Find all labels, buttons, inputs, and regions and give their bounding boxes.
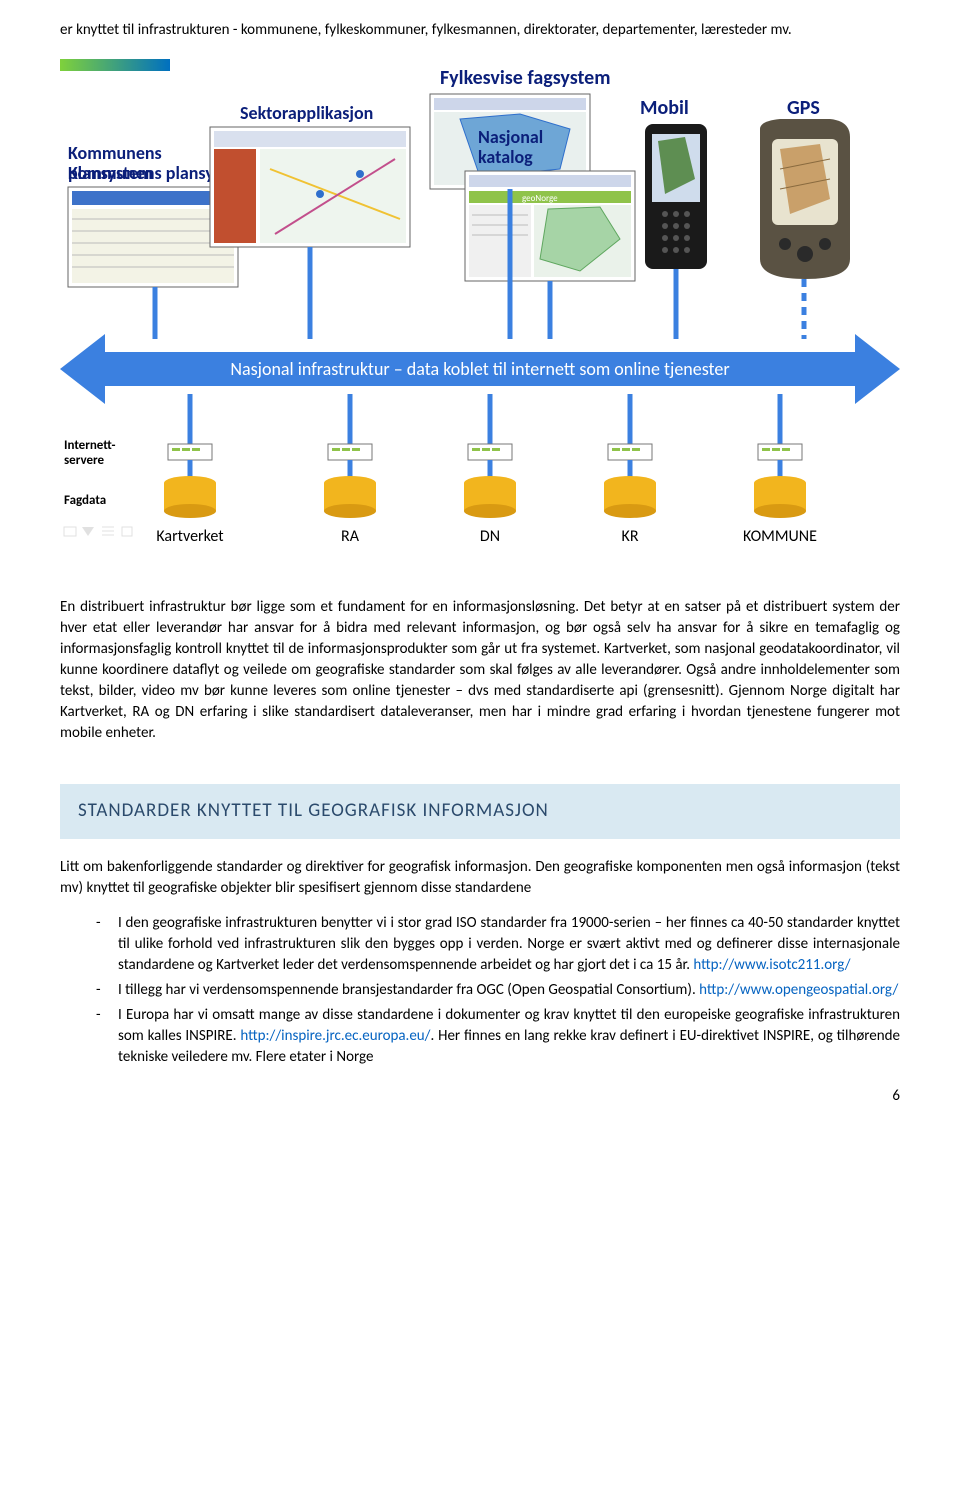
label-mobil: Mobil xyxy=(640,96,689,120)
arrow-text: Nasjonal infrastruktur – data koblet til… xyxy=(230,358,729,380)
gradient-bar xyxy=(60,59,170,71)
label-sektor: Sektorapplikasjon xyxy=(240,102,373,124)
label-katalog-line2: katalog xyxy=(478,146,533,168)
label-fylkesvise: Fylkesvise fagsystem xyxy=(440,66,611,90)
label-plansystem-line1: Kommunens xyxy=(68,142,162,164)
diagram-svg: Kommunens plansystem Kommunens plansyste… xyxy=(60,59,900,579)
bullet-text: I tillegg har vi verdensomspennende bran… xyxy=(118,981,699,999)
list-item: - I Europa har vi omsatt mange av disse … xyxy=(96,1005,900,1068)
page-number: 6 xyxy=(60,1086,900,1107)
bullet-link[interactable]: http://www.isotc211.org/ xyxy=(693,956,850,974)
cylinder-row xyxy=(164,476,806,518)
section-header: STANDARDER KNYTTET TIL GEOGRAFISK INFORM… xyxy=(60,784,900,839)
geonorge-label: geoNorge xyxy=(522,193,558,204)
slide-toolbar xyxy=(64,527,132,536)
label-gps: GPS xyxy=(787,96,820,120)
label-katalog-line1: Nasjonal xyxy=(478,126,543,148)
section-intro: Litt om bakenforliggende standarder og d… xyxy=(60,857,900,899)
source-2: DN xyxy=(480,527,500,546)
label-internett-line1: Internett- xyxy=(64,438,115,453)
source-4: KOMMUNE xyxy=(743,527,817,546)
bullet-link[interactable]: http://www.opengeospatial.org/ xyxy=(699,981,898,999)
bullet-list: - I den geografiske infrastrukturen beny… xyxy=(96,913,900,1068)
label-fagdata: Fagdata xyxy=(64,493,106,508)
dash: - xyxy=(96,1005,118,1068)
source-0: Kartverket xyxy=(156,527,224,546)
dash: - xyxy=(96,913,118,976)
label-internett-line2: servere xyxy=(64,453,105,468)
source-1: RA xyxy=(341,527,360,546)
dash: - xyxy=(96,980,118,1001)
label-plansystem-line2: plansystem xyxy=(68,162,153,184)
list-item: - I tillegg har vi verdensomspennende br… xyxy=(96,980,900,1001)
intro-paragraph: er knyttet til infrastrukturen - kommune… xyxy=(60,20,900,41)
bullet-link[interactable]: http://inspire.jrc.ec.europa.eu/ xyxy=(240,1027,430,1045)
mid-paragraph: En distribuert infrastruktur bør ligge s… xyxy=(60,597,900,744)
source-3: KR xyxy=(622,527,639,546)
list-item: - I den geografiske infrastrukturen beny… xyxy=(96,913,900,976)
infrastructure-diagram: Kommunens plansystem Kommunens plansyste… xyxy=(60,59,900,579)
server-row xyxy=(168,444,802,460)
